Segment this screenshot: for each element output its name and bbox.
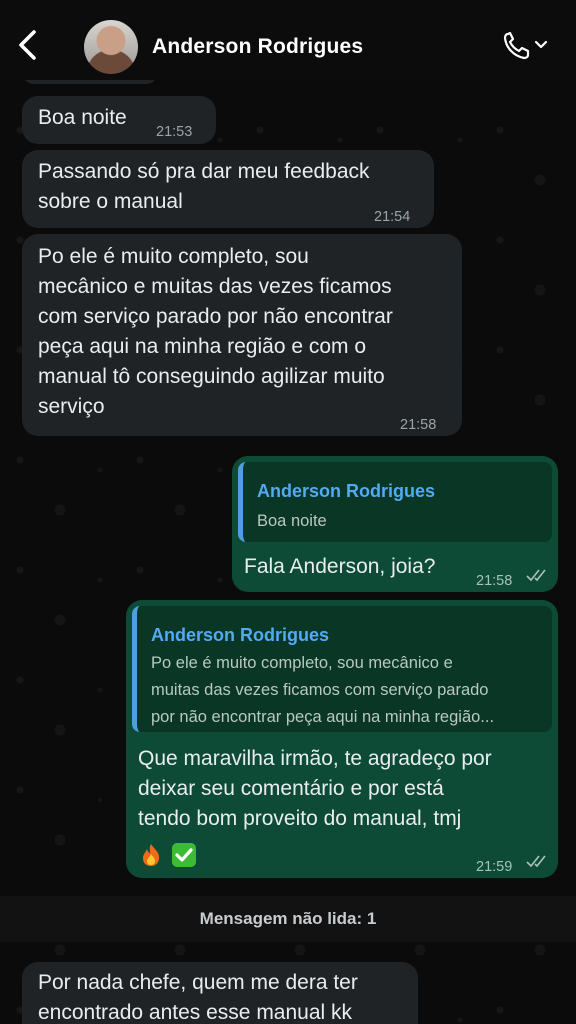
message-incoming[interactable]: Boa noite 21:53 xyxy=(22,96,216,144)
message-outgoing[interactable]: Anderson Rodrigues Po ele é muito comple… xyxy=(126,600,558,878)
message-text-line: Por nada chefe, quem me dera ter xyxy=(38,971,358,994)
message-text-line: Po ele é muito completo, sou xyxy=(38,245,309,268)
chevron-down-icon xyxy=(534,40,548,49)
contact-avatar[interactable] xyxy=(84,20,138,74)
message-text-line: com serviço parado por não encontrar xyxy=(38,305,393,328)
message-text: Boa noite xyxy=(38,106,127,129)
message-text-line: encontrado antes esse manual kk xyxy=(38,1001,353,1024)
message-time: 21:58 xyxy=(476,573,513,589)
phone-icon xyxy=(503,31,548,60)
reply-text-line: Po ele é muito completo, sou mecânico e xyxy=(151,654,453,672)
message-text-line: mecânico e muitas das vezes ficamos xyxy=(38,275,392,298)
back-button[interactable] xyxy=(14,28,42,62)
call-button[interactable] xyxy=(502,30,552,62)
reply-author: Anderson Rodrigues xyxy=(151,625,330,645)
unread-messages-divider: Mensagem não lida: 1 xyxy=(0,896,576,942)
read-ticks-icon xyxy=(526,569,546,582)
read-ticks-icon xyxy=(526,855,546,868)
message-text-line: tendo bom proveito do manual, tmj xyxy=(138,807,462,830)
quoted-reply[interactable]: Anderson Rodrigues Boa noite xyxy=(238,462,552,542)
message-text: Fala Anderson, joia? xyxy=(244,555,436,578)
message-time: 21:59 xyxy=(476,859,513,875)
quoted-reply[interactable]: Anderson Rodrigues Po ele é muito comple… xyxy=(132,606,552,732)
check-mark-emoji xyxy=(171,843,196,868)
reply-text: Boa noite xyxy=(257,512,327,530)
message-time: 21:58 xyxy=(400,417,437,433)
fire-emoji xyxy=(140,843,160,867)
chat-header: Anderson Rodrigues xyxy=(0,0,576,80)
contact-name[interactable]: Anderson Rodrigues xyxy=(152,35,363,59)
reply-text-line: muitas das vezes ficamos com serviço par… xyxy=(151,681,489,699)
message-text-line: serviço xyxy=(38,395,105,418)
message-time: 21:54 xyxy=(374,209,411,225)
message-text-line: Que maravilha irmão, te agradeço por xyxy=(138,747,492,770)
message-text-line: manual tô conseguindo agilizar muito xyxy=(38,365,385,388)
message-text-line: sobre o manual xyxy=(38,190,183,213)
message-incoming[interactable]: Po ele é muito completo, sou mecânico e … xyxy=(22,234,462,436)
message-incoming[interactable]: Passando só pra dar meu feedback sobre o… xyxy=(22,150,434,228)
message-text-line: deixar seu comentário e por está xyxy=(138,777,444,800)
message-outgoing[interactable]: Anderson Rodrigues Boa noite Fala Anders… xyxy=(232,456,558,592)
message-incoming[interactable]: Por nada chefe, quem me dera ter encontr… xyxy=(22,962,418,1024)
reply-text-line: por não encontrar peça aqui na minha reg… xyxy=(151,708,495,726)
emoji-row xyxy=(140,840,196,870)
chevron-left-icon xyxy=(19,30,36,60)
reply-author: Anderson Rodrigues xyxy=(257,481,436,501)
message-time: 21:53 xyxy=(156,124,193,140)
message-text-line: Passando só pra dar meu feedback xyxy=(38,160,370,183)
message-text-line: peça aqui na minha região e com o xyxy=(38,335,367,358)
